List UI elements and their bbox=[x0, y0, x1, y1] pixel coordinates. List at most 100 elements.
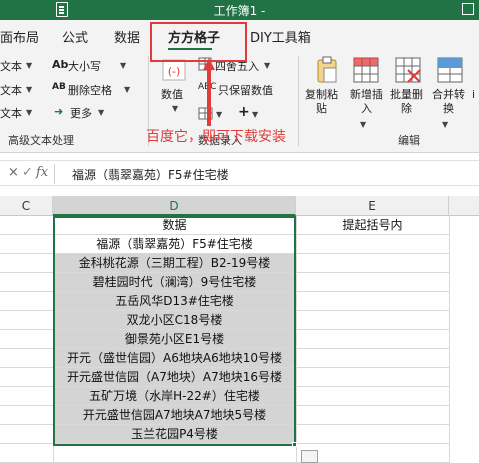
table-row: 御景苑小区E1号楼 bbox=[0, 330, 479, 349]
remove-spaces-button[interactable]: 删除空格 bbox=[68, 82, 112, 98]
cell-e[interactable] bbox=[296, 330, 449, 349]
cell-d-overflow-text: 开元盛世信园（A7地块）A7地块16号楼 bbox=[67, 370, 282, 384]
more-button[interactable]: 更多 bbox=[70, 105, 92, 121]
cell-d[interactable]: 碧桂园时代（澜湾）9号住宅楼 bbox=[53, 273, 296, 292]
formula-content[interactable]: 福源（翡翠嘉苑）F5#住宅楼 bbox=[72, 166, 229, 183]
table-row: 开元（盛世信园）A6地块A6地块10号楼 bbox=[0, 349, 479, 368]
cell-c[interactable] bbox=[0, 235, 53, 254]
fx-icon[interactable]: fx bbox=[36, 165, 48, 180]
cell-c[interactable] bbox=[0, 425, 53, 444]
column-header-c[interactable]: C bbox=[0, 196, 53, 216]
chevron-down-icon[interactable]: ▼ bbox=[98, 108, 104, 117]
cell-c[interactable] bbox=[0, 330, 53, 349]
cell-d[interactable]: 五岳风华D13#住宅楼 bbox=[53, 292, 296, 311]
group-label-edit: 编辑 bbox=[398, 134, 420, 147]
cell-e-header[interactable]: 提起括号内 bbox=[296, 216, 449, 235]
numeric-button[interactable]: 数值 bbox=[161, 88, 183, 102]
cell-c[interactable] bbox=[0, 216, 53, 235]
plus-icon[interactable]: + bbox=[238, 104, 250, 120]
cell-e[interactable] bbox=[296, 368, 449, 387]
table-row bbox=[0, 444, 479, 463]
cell-e[interactable] bbox=[296, 349, 449, 368]
cell-d-header[interactable]: 数据 bbox=[53, 216, 296, 235]
paste-options-icon[interactable] bbox=[301, 450, 318, 463]
cancel-icon[interactable]: × bbox=[8, 165, 19, 180]
window-title: 工作簿1 - bbox=[213, 4, 266, 18]
fill-handle[interactable] bbox=[292, 442, 297, 447]
table-row: 五矿万境（水岸H-22#）住宅楼 bbox=[0, 387, 479, 406]
chevron-down-icon[interactable]: ▼ bbox=[26, 61, 32, 70]
cell-c[interactable] bbox=[0, 254, 53, 273]
chevron-down-icon[interactable]: ▼ bbox=[172, 104, 178, 113]
annotation-text: 百度它，即可下载安装 bbox=[146, 129, 286, 145]
chevron-down-icon[interactable]: ▼ bbox=[442, 120, 448, 129]
cell-e[interactable] bbox=[296, 235, 449, 254]
cell-d[interactable]: 玉兰花园P4号楼 bbox=[53, 425, 296, 444]
chevron-down-icon[interactable]: ▼ bbox=[252, 110, 258, 119]
tab-page-layout[interactable]: 面布局 bbox=[0, 27, 39, 46]
cell-d-overflow-text: 开元（盛世信园）A6地块A6地块10号楼 bbox=[67, 351, 282, 365]
insert-icon bbox=[353, 57, 379, 83]
remove-space-icon: AB bbox=[52, 82, 66, 92]
cell-d[interactable]: 开元盛世信园A7地块A7地块5号楼 bbox=[53, 406, 296, 425]
cell-c[interactable] bbox=[0, 406, 53, 425]
ribbon-text-item-1[interactable]: 文本 bbox=[0, 58, 22, 74]
table-row: 开元盛世信园A7地块A7地块5号楼 bbox=[0, 406, 479, 425]
cell-e[interactable] bbox=[296, 273, 449, 292]
cell-c[interactable] bbox=[0, 444, 53, 463]
column-header-e[interactable]: E bbox=[296, 196, 449, 216]
confirm-icon[interactable]: ✓ bbox=[22, 165, 33, 180]
cell-c[interactable] bbox=[0, 311, 53, 330]
merge-convert-button[interactable]: 合并转 换 bbox=[432, 88, 465, 116]
cell-e[interactable] bbox=[296, 311, 449, 330]
cell-e[interactable] bbox=[296, 387, 449, 406]
formula-separator bbox=[54, 164, 55, 184]
table-row: 碧桂园时代（澜湾）9号住宅楼 bbox=[0, 273, 479, 292]
table-row: 开元盛世信园（A7地块）A7地块16号楼 bbox=[0, 368, 479, 387]
ribbon-text-item-2[interactable]: 文本 bbox=[0, 82, 22, 98]
ribbon-overflow-label: i bbox=[472, 88, 476, 101]
cell-c[interactable] bbox=[0, 292, 53, 311]
chevron-down-icon[interactable]: ▼ bbox=[120, 61, 126, 70]
column-header-d[interactable]: D bbox=[53, 196, 296, 216]
cell-e[interactable] bbox=[296, 425, 449, 444]
cell-d[interactable]: 金科桃花源（三期工程）B2-19号楼 bbox=[53, 254, 296, 273]
cell-d[interactable]: 五矿万境（水岸H-22#）住宅楼 bbox=[53, 387, 296, 406]
cell-d[interactable]: 双龙小区C18号楼 bbox=[53, 311, 296, 330]
more-arrow-icon: ➜ bbox=[54, 105, 64, 118]
cell-d[interactable]: 御景苑小区E1号楼 bbox=[53, 330, 296, 349]
case-button[interactable]: 大小写 bbox=[68, 58, 101, 74]
keep-numeric-button[interactable]: 只保留数值 bbox=[218, 82, 273, 98]
chevron-down-icon[interactable]: ▼ bbox=[26, 85, 32, 94]
cell-e[interactable] bbox=[296, 254, 449, 273]
worksheet-grid[interactable]: 数据 提起括号内 福源（翡翠嘉苑）F5#住宅楼 金科桃花源（三期工程）B2-19… bbox=[0, 216, 479, 463]
delete-icon bbox=[395, 57, 421, 83]
restore-window-button[interactable] bbox=[462, 3, 474, 15]
chevron-down-icon[interactable]: ▼ bbox=[264, 61, 270, 70]
chevron-down-icon[interactable]: ▼ bbox=[26, 108, 32, 117]
cell-e[interactable] bbox=[296, 292, 449, 311]
case-icon: Ab bbox=[52, 58, 69, 71]
tab-highlight-box bbox=[150, 22, 247, 62]
chevron-down-icon[interactable]: ▼ bbox=[124, 85, 130, 94]
chevron-down-icon[interactable]: ▼ bbox=[216, 110, 222, 119]
chevron-down-icon[interactable]: ▼ bbox=[360, 120, 366, 129]
cell-e[interactable] bbox=[296, 406, 449, 425]
batch-delete-button[interactable]: 批量删 除 bbox=[390, 88, 423, 116]
tab-data[interactable]: 数据 bbox=[114, 27, 140, 46]
copy-paste-button[interactable]: 复制粘 贴 bbox=[305, 88, 338, 116]
tab-formulas[interactable]: 公式 bbox=[62, 27, 88, 46]
cell-c[interactable] bbox=[0, 273, 53, 292]
table-row: 数据 提起括号内 bbox=[0, 216, 479, 235]
cell-d[interactable]: 福源（翡翠嘉苑）F5#住宅楼 bbox=[53, 235, 296, 254]
formula-bar: × ✓ fx 福源（翡翠嘉苑）F5#住宅楼 bbox=[0, 160, 479, 186]
table-row: 金科桃花源（三期工程）B2-19号楼 bbox=[0, 254, 479, 273]
merge-icon bbox=[437, 57, 463, 83]
cell-d[interactable] bbox=[53, 444, 296, 463]
cell-c[interactable] bbox=[0, 387, 53, 406]
ribbon-text-item-3[interactable]: 文本 bbox=[0, 105, 22, 121]
insert-button[interactable]: 新增插 入 bbox=[350, 88, 383, 116]
tab-diy-toolbox[interactable]: DIY工具箱 bbox=[250, 27, 311, 46]
cell-e[interactable] bbox=[296, 444, 449, 463]
ribbon-separator bbox=[298, 56, 299, 146]
